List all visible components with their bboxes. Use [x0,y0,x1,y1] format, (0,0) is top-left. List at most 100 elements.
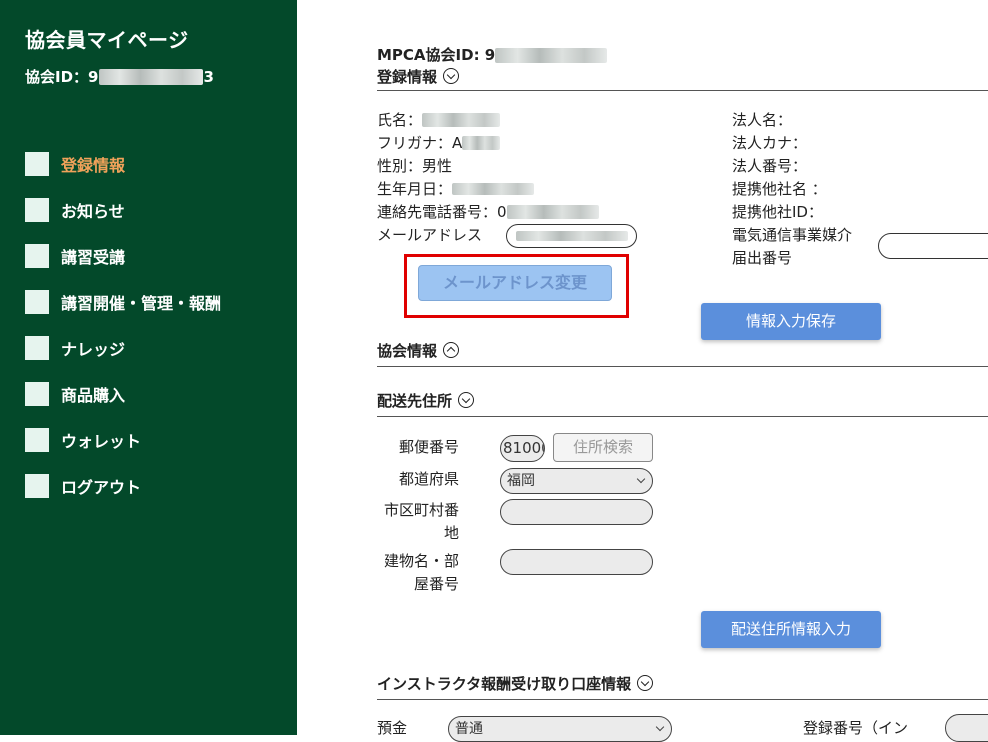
shipping-section-title: 配送先住所 [377,392,453,410]
email-redacted [515,231,628,241]
partner-name-label: 提携他社名 ： [732,180,827,198]
gender-label: 性別： [377,157,423,175]
sidebar-item-course-management[interactable]: 講習開催・管理・報酬 [25,279,295,325]
submit-shipping-button[interactable]: 配送住所情報入力 [701,611,881,648]
square-icon [25,198,49,222]
kana-value-prefix: A [452,134,463,152]
phone-redacted [506,205,599,219]
divider [377,366,988,367]
name-label: 氏名： [377,111,423,129]
corp-number-label: 法人番号： [732,157,808,175]
chevron-down-icon[interactable] [637,675,654,691]
sidebar-item-courses[interactable]: 講習受講 [25,233,295,279]
birthday-redacted [452,183,535,195]
sidebar-item-label: ウォレット [61,432,142,451]
member-id: 協会ID：9 3 [25,66,214,87]
member-id-label: 協会ID：9 [25,68,99,86]
mpca-id: MPCA協会ID: 9 [377,44,608,66]
building-label-line1: 建物名・部 [383,552,459,570]
chevron-down-icon[interactable] [443,68,460,84]
phone-label: 連絡先電話番号： [377,203,498,221]
square-icon [25,244,49,268]
building-label-line2: 屋番号 [413,575,459,593]
change-email-button[interactable]: メールアドレス変更 [418,265,612,301]
sidebar-item-label: 商品購入 [61,386,126,405]
deposit-type-select[interactable]: 普通 [448,716,672,742]
registration-number-label: 登録番号（イン [803,719,909,737]
kana-row: フリガナ： A [377,132,501,154]
member-id-suffix: 3 [203,67,214,86]
association-section-header[interactable]: 協会情報 [377,340,460,362]
sidebar-nav: 登録情報 お知らせ 講習受講 講習開催・管理・報酬 ナレッジ 商品購入 ウォレッ… [25,141,295,509]
divider [377,90,988,91]
chevron-down-icon [655,722,665,732]
corp-kana-label: 法人カナ： [732,134,808,152]
main-content: MPCA協会ID: 9 登録情報 氏名： フリガナ： A 性別：男性 生年月日：… [297,0,988,742]
name-redacted [422,113,501,127]
sidebar-item-logout[interactable]: ログアウト [25,463,295,509]
gender-value: 男性 [422,157,453,175]
square-icon [25,474,49,498]
square-icon [25,382,49,406]
save-info-button[interactable]: 情報入力保存 [701,303,881,340]
square-icon [25,428,49,452]
square-icon [25,290,49,314]
deposit-label: 預金 [377,719,408,737]
postal-label: 郵便番号 [398,438,459,456]
partner-id-label: 提携他社ID： [732,203,823,221]
sidebar-item-shop[interactable]: 商品購入 [25,371,295,417]
shipping-section-header[interactable]: 配送先住所 [377,390,475,412]
city-label-line1: 市区町村番 [383,501,459,519]
bank-section-header[interactable]: インストラクタ報酬受け取り口座情報 [377,673,654,695]
mpca-id-label: MPCA協会ID: 9 [377,46,496,64]
phone-value-prefix: 0 [497,203,507,221]
sidebar-title: 協会員マイページ [25,28,189,52]
sidebar-item-label: ナレッジ [61,340,126,359]
telecom-label-line1: 電気通信事業媒介 [732,226,853,244]
email-field[interactable] [506,224,637,248]
registration-section-header[interactable]: 登録情報 [377,66,460,88]
chevron-up-icon[interactable] [443,342,460,358]
mpca-id-redacted [495,47,608,63]
sidebar-item-label: 講習開催・管理・報酬 [61,294,222,313]
chevron-down-icon[interactable] [458,392,475,408]
divider [377,699,988,700]
registration-section-title: 登録情報 [377,68,438,86]
telecom-label-line2: 届出番号 [732,249,793,267]
bank-section-title: インストラクタ報酬受け取り口座情報 [377,675,632,693]
gender-row: 性別：男性 [377,155,452,177]
birthday-row: 生年月日： [377,178,535,200]
sidebar-item-wallet[interactable]: ウォレット [25,417,295,463]
prefecture-value: 福岡 [507,473,535,489]
sidebar-item-registration[interactable]: 登録情報 [25,141,295,187]
chevron-down-icon [636,474,646,484]
email-label: メールアドレス [377,226,483,244]
address-search-button[interactable]: 住所検索 [553,433,653,462]
prefecture-label: 都道府県 [398,470,459,488]
sidebar-item-label: お知らせ [61,202,125,221]
square-icon [25,336,49,360]
city-label-line2: 地 [443,524,459,542]
sidebar-item-news[interactable]: お知らせ [25,187,295,233]
kana-label: フリガナ： [377,134,453,152]
divider [377,416,988,417]
birthday-label: 生年月日： [377,180,453,198]
sidebar-item-label: 講習受講 [61,248,126,267]
registration-number-input[interactable] [945,714,988,742]
sidebar: 協会員マイページ 協会ID：9 3 登録情報 お知らせ 講習受講 講習開催・管理… [0,0,297,735]
prefecture-select[interactable]: 福岡 [500,468,653,494]
member-id-redacted [99,68,204,85]
sidebar-item-label: ログアウト [61,478,142,497]
kana-redacted [462,136,501,150]
telecom-number-field[interactable] [878,233,988,259]
sidebar-item-label: 登録情報 [61,156,126,175]
phone-row: 連絡先電話番号： 0 [377,201,599,223]
name-row: 氏名： [377,109,501,131]
sidebar-item-knowledge[interactable]: ナレッジ [25,325,295,371]
city-input[interactable] [500,499,653,525]
corp-name-label: 法人名： [732,111,793,129]
postal-code-input[interactable]: 81000 [500,435,545,462]
association-section-title: 協会情報 [377,342,438,360]
square-icon [25,152,49,176]
building-input[interactable] [500,549,653,575]
